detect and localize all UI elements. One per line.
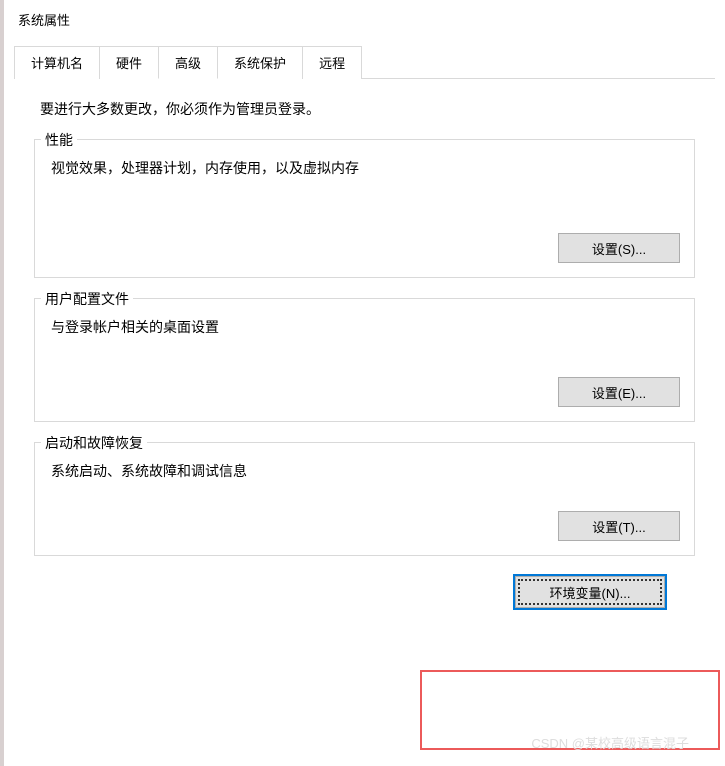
system-properties-window: 系统属性 计算机名 硬件 高级 系统保护 远程 要进行大多数更改，你必须作为管理… bbox=[0, 0, 725, 766]
tab-content-advanced: 要进行大多数更改，你必须作为管理员登录。 性能 视觉效果，处理器计划，内存使用，… bbox=[4, 79, 725, 618]
window-title: 系统属性 bbox=[4, 0, 725, 45]
tab-remote[interactable]: 远程 bbox=[302, 46, 362, 79]
watermark-text: CSDN @某校高级语言混子 bbox=[531, 733, 689, 752]
group-user-profiles-button-row: 设置(E)... bbox=[49, 377, 680, 407]
group-performance-title: 性能 bbox=[41, 130, 77, 150]
group-performance-desc: 视觉效果，处理器计划，内存使用，以及虚拟内存 bbox=[51, 158, 680, 178]
startup-settings-button[interactable]: 设置(T)... bbox=[558, 511, 680, 541]
group-user-profiles-desc: 与登录帐户相关的桌面设置 bbox=[51, 317, 680, 337]
tab-strip: 计算机名 硬件 高级 系统保护 远程 bbox=[14, 45, 715, 79]
env-button-row: 环境变量(N)... bbox=[34, 576, 695, 608]
tab-system-protection[interactable]: 系统保护 bbox=[217, 46, 303, 79]
group-startup-button-row: 设置(T)... bbox=[49, 511, 680, 541]
admin-note: 要进行大多数更改，你必须作为管理员登录。 bbox=[40, 99, 695, 119]
tab-hardware[interactable]: 硬件 bbox=[99, 46, 159, 79]
tab-advanced[interactable]: 高级 bbox=[158, 46, 218, 79]
performance-settings-button[interactable]: 设置(S)... bbox=[558, 233, 680, 263]
annotation-highlight bbox=[420, 670, 720, 750]
group-user-profiles-title: 用户配置文件 bbox=[41, 289, 133, 309]
user-profiles-settings-button[interactable]: 设置(E)... bbox=[558, 377, 680, 407]
group-startup-desc: 系统启动、系统故障和调试信息 bbox=[51, 461, 680, 481]
group-startup-recovery: 启动和故障恢复 系统启动、系统故障和调试信息 设置(T)... bbox=[34, 442, 695, 556]
tab-computer-name[interactable]: 计算机名 bbox=[14, 46, 100, 79]
group-user-profiles: 用户配置文件 与登录帐户相关的桌面设置 设置(E)... bbox=[34, 298, 695, 422]
group-startup-title: 启动和故障恢复 bbox=[41, 433, 147, 453]
group-performance-button-row: 设置(S)... bbox=[49, 233, 680, 263]
environment-variables-button[interactable]: 环境变量(N)... bbox=[515, 576, 665, 608]
group-performance: 性能 视觉效果，处理器计划，内存使用，以及虚拟内存 设置(S)... bbox=[34, 139, 695, 278]
